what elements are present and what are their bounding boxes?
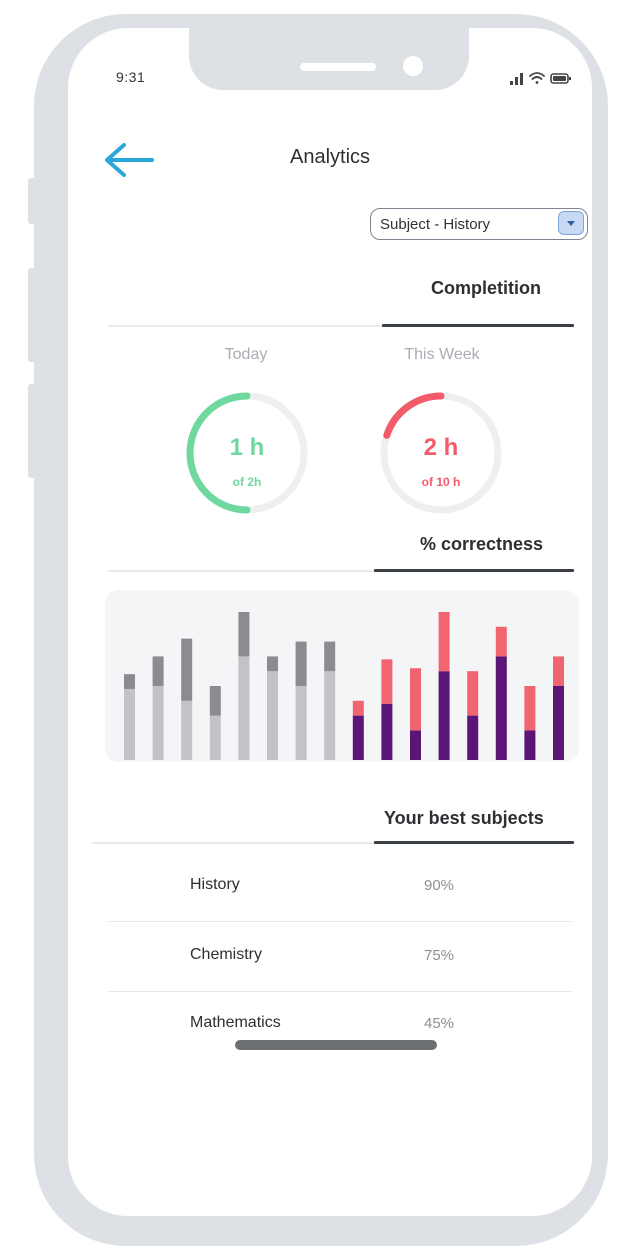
correctness-chart-card <box>105 590 579 762</box>
row-separator <box>108 991 572 992</box>
today-goal: of 2h <box>232 475 262 489</box>
week-label: This Week <box>404 346 480 363</box>
bar-6-segment-1 <box>267 671 278 760</box>
phone-screen: 9:31 Analytics Subject - History Complet… <box>68 28 592 1216</box>
bar-7-segment-1 <box>295 686 307 760</box>
home-indicator[interactable] <box>235 1040 437 1050</box>
bar-4-segment-1 <box>209 715 221 760</box>
bar-9-segment-2 <box>352 700 364 716</box>
battery-icon <box>550 73 571 84</box>
completion-tab-underline <box>382 324 574 327</box>
today-label: Today <box>224 346 268 363</box>
bar-5-segment-1 <box>238 656 250 760</box>
bar-14-segment-2 <box>495 626 507 657</box>
bar-9-segment-1 <box>352 715 364 760</box>
bar-12-segment-1 <box>438 671 450 760</box>
bar-1-segment-1 <box>124 688 135 760</box>
page-title: Analytics <box>289 146 371 168</box>
bar-13-segment-1 <box>467 715 479 760</box>
subject-dropdown-value: Subject - History <box>380 216 491 233</box>
status-time: 9:31 <box>116 69 146 85</box>
chevron-down-icon[interactable] <box>558 211 584 235</box>
bar-10-segment-2 <box>381 659 393 704</box>
signal-icon <box>510 73 523 85</box>
correctness-bar-chart <box>124 612 564 760</box>
bar-2-segment-2 <box>152 656 164 686</box>
bar-6-segment-2 <box>267 656 278 672</box>
week-progress-arc <box>383 392 445 439</box>
bar-1-segment-2 <box>124 674 135 689</box>
bar-3-segment-2 <box>181 638 193 701</box>
bar-14-segment-1 <box>495 656 507 760</box>
subject-name: Mathematics <box>190 1014 281 1031</box>
best-subjects-underline <box>374 841 574 844</box>
camera <box>403 56 423 76</box>
bar-5-segment-2 <box>238 612 250 657</box>
subject-dropdown[interactable]: Subject - History <box>370 208 588 240</box>
bar-2-segment-1 <box>152 686 164 760</box>
week-goal: of 10 h <box>421 475 461 489</box>
bar-7-segment-2 <box>295 641 307 686</box>
wifi-icon <box>529 72 545 84</box>
bar-16-segment-1 <box>553 686 564 760</box>
bar-15-segment-2 <box>524 686 536 731</box>
bar-13-segment-2 <box>467 671 479 716</box>
bar-8-segment-2 <box>324 641 336 672</box>
status-icons <box>510 72 571 85</box>
subject-percent: 45% <box>424 1015 455 1032</box>
subject-name: History <box>190 876 240 893</box>
subject-percent: 90% <box>424 877 455 894</box>
bar-12-segment-2 <box>438 612 450 672</box>
bar-4-segment-2 <box>209 686 221 716</box>
bar-10-segment-1 <box>381 703 393 760</box>
correctness-tab-title[interactable]: % correctness <box>420 534 543 555</box>
week-hours: 2 h <box>423 434 459 461</box>
subject-percent: 75% <box>424 947 455 964</box>
subject-name: Chemistry <box>190 946 263 963</box>
row-separator <box>108 921 572 922</box>
today-hours: 1 h <box>229 434 265 461</box>
speaker <box>300 63 376 71</box>
bar-11-segment-2 <box>410 668 421 731</box>
completion-tab-title[interactable]: Completition <box>431 278 541 299</box>
best-subjects-title: Your best subjects <box>384 808 544 828</box>
bar-3-segment-1 <box>181 700 193 760</box>
notch <box>189 28 469 90</box>
bar-16-segment-2 <box>553 656 564 686</box>
bar-11-segment-1 <box>410 730 421 760</box>
bar-8-segment-1 <box>324 671 336 760</box>
correctness-tab-underline <box>374 569 574 572</box>
bar-15-segment-1 <box>524 730 536 760</box>
